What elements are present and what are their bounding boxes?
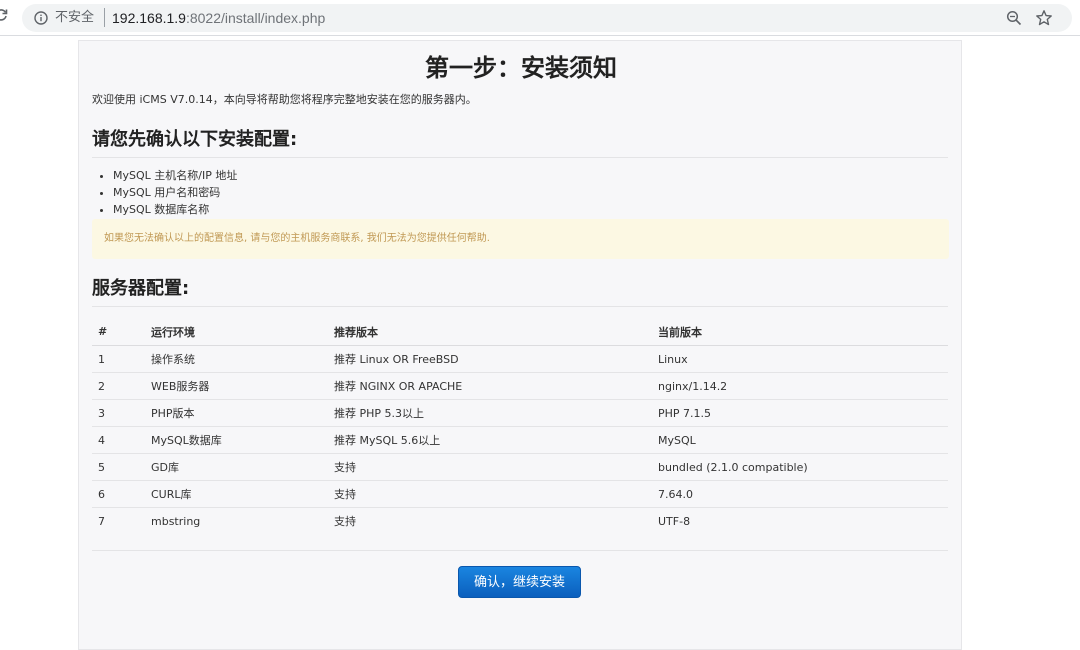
cell-number: 5 [92, 453, 145, 481]
continue-install-button[interactable]: 确认，继续安装 [458, 566, 581, 598]
url-host: 192.168.1.9 [112, 10, 186, 26]
table-row: 6 CURL库 支持 7.64.0 [92, 480, 948, 508]
divider [92, 157, 948, 158]
list-item: MySQL 用户名和密码 [113, 184, 237, 201]
confirm-heading: 请您先确认以下安装配置: [92, 129, 298, 150]
cell-environment: CURL库 [145, 480, 328, 508]
divider [92, 550, 948, 551]
page-title: 第一步：安装须知 [425, 54, 617, 82]
welcome-text: 欢迎使用 iCMS V7.0.14，本向导将帮助您将程序完整地安装在您的服务器内… [92, 93, 477, 106]
warning-alert: 如果您无法确认以上的配置信息, 请与您的主机服务商联系, 我们无法为您提供任何帮… [92, 219, 949, 259]
cell-environment: mbstring [145, 507, 328, 534]
security-label[interactable]: 不安全 [55, 9, 94, 27]
server-config-table: # 运行环境 推荐版本 当前版本 1 操作系统 推荐 Linux OR Free… [92, 318, 948, 534]
cell-number: 6 [92, 480, 145, 508]
cell-recommended: 推荐 PHP 5.3以上 [328, 399, 652, 427]
install-panel: 第一步：安装须知 欢迎使用 iCMS V7.0.14，本向导将帮助您将程序完整地… [78, 40, 962, 650]
cell-current: Linux [658, 352, 688, 366]
cell-environment: GD库 [145, 453, 328, 481]
cell-environment: 操作系统 [151, 353, 195, 366]
cell-current: UTF-8 [652, 507, 948, 534]
cell-current: 7.64.0 [652, 480, 948, 508]
table-row: 2 WEB服务器 推荐 NGINX OR APACHE nginx/1.14.2 [92, 372, 948, 400]
browser-toolbar: 不安全 192.168.1.9:8022/install/index.php [0, 0, 1080, 36]
url-path: :8022/install/index.php [185, 10, 326, 26]
cell-recommended: 推荐 Linux OR FreeBSD [334, 353, 459, 366]
zoom-icon[interactable] [1006, 10, 1022, 26]
cell-recommended: 支持 [328, 480, 652, 508]
cell-number: 7 [92, 507, 145, 534]
star-icon[interactable] [1035, 9, 1053, 27]
header-number: # [92, 318, 145, 346]
list-item: MySQL 数据库名称 [113, 201, 237, 218]
url-separator [104, 8, 105, 27]
table-row: 1 操作系统 推荐 Linux OR FreeBSD Linux [92, 346, 948, 373]
table-row: 3 PHP版本 推荐 PHP 5.3以上 PHP 7.1.5 [92, 399, 948, 427]
header-current: 当前版本 [652, 318, 948, 346]
table-row: 4 MySQL数据库 推荐 MySQL 5.6以上 MySQL [92, 426, 948, 454]
url-text[interactable]: 192.168.1.9:8022/install/index.php [112, 8, 325, 28]
reload-icon[interactable] [0, 8, 8, 22]
cell-current: MySQL [652, 426, 948, 454]
header-environment: 运行环境 [145, 318, 328, 346]
table-header-row: # 运行环境 推荐版本 当前版本 [92, 318, 948, 346]
cell-environment: PHP版本 [145, 399, 328, 427]
requirements-list: MySQL 主机名称/IP 地址 MySQL 用户名和密码 MySQL 数据库名… [92, 167, 237, 218]
cell-number: 4 [92, 426, 145, 454]
cell-number: 2 [92, 372, 145, 400]
table-row: 7 mbstring 支持 UTF-8 [92, 507, 948, 534]
cell-number: 3 [92, 399, 145, 427]
header-recommended: 推荐版本 [328, 318, 652, 346]
cell-number: 1 [98, 352, 105, 366]
list-item: MySQL 主机名称/IP 地址 [113, 167, 237, 184]
cell-environment: MySQL数据库 [145, 426, 328, 454]
info-icon[interactable] [34, 11, 48, 25]
cell-recommended: 支持 [328, 453, 652, 481]
server-heading: 服务器配置: [92, 278, 190, 299]
cell-current: bundled (2.1.0 compatible) [652, 453, 948, 481]
divider [92, 306, 948, 307]
cell-recommended: 支持 [328, 507, 652, 534]
cell-current: nginx/1.14.2 [652, 372, 948, 400]
cell-environment: WEB服务器 [145, 372, 328, 400]
table-row: 5 GD库 支持 bundled (2.1.0 compatible) [92, 453, 948, 481]
address-bar[interactable]: 不安全 192.168.1.9:8022/install/index.php [22, 4, 1072, 32]
cell-recommended: 推荐 MySQL 5.6以上 [328, 426, 652, 454]
cell-current: PHP 7.1.5 [652, 399, 948, 427]
cell-recommended: 推荐 NGINX OR APACHE [328, 372, 652, 400]
